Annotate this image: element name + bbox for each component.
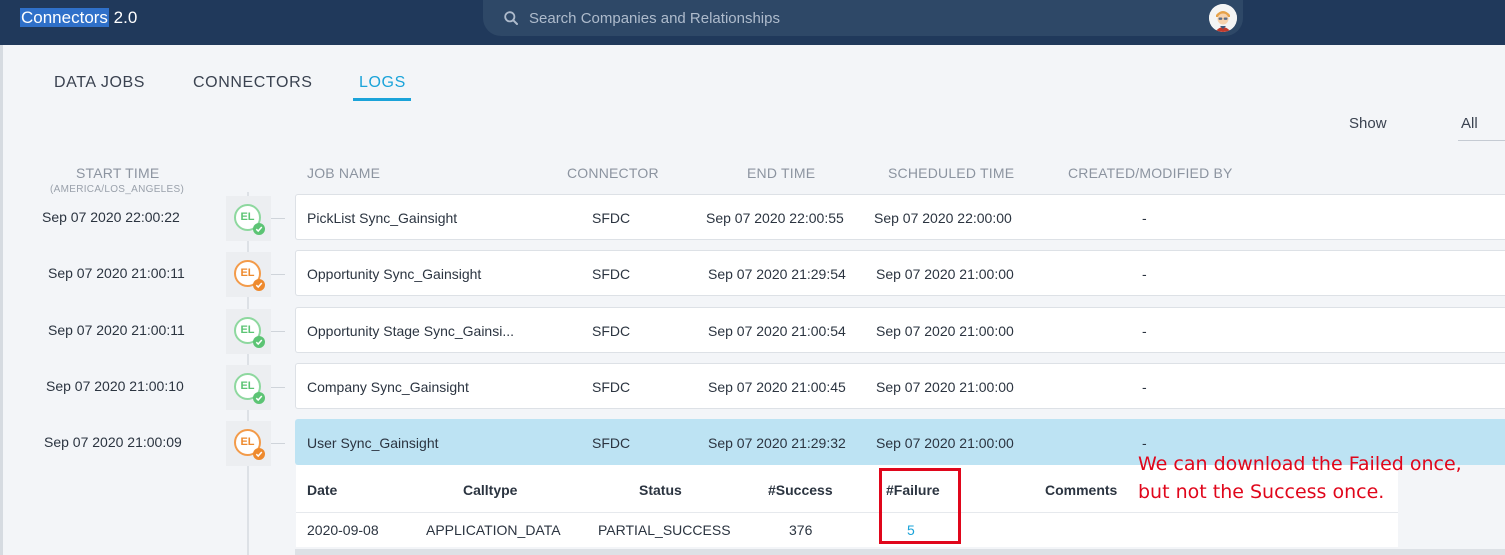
job-type-badge: EL xyxy=(226,421,271,466)
job-name-cell: User Sync_Gainsight xyxy=(307,435,439,451)
table-row[interactable]: PickList Sync_Gainsight SFDC Sep 07 2020… xyxy=(295,194,1505,240)
job-type-badge: EL xyxy=(226,309,271,354)
column-header-end-time[interactable]: END TIME xyxy=(747,165,815,181)
end-time-cell: Sep 07 2020 21:00:54 xyxy=(708,323,846,339)
details-header-comments: Comments xyxy=(1045,482,1118,498)
app-title-highlight: Connectors xyxy=(20,8,109,27)
end-time-cell: Sep 07 2020 21:00:45 xyxy=(708,379,846,395)
show-filter-select[interactable]: All xyxy=(1458,107,1505,141)
details-header-status: Status xyxy=(639,482,682,498)
table-row[interactable]: Company Sync_Gainsight SFDC Sep 07 2020 … xyxy=(295,363,1505,409)
top-bar: Connectors 2.0 xyxy=(0,0,1505,45)
tab-logs[interactable]: LOGS xyxy=(359,74,406,92)
column-header-timezone: (AMERICA/LOS_ANGELES) xyxy=(50,184,185,195)
row-start-time: Sep 07 2020 21:00:11 xyxy=(48,265,185,281)
job-name-cell: Company Sync_Gainsight xyxy=(307,379,469,395)
details-header-calltype: Calltype xyxy=(463,482,518,498)
details-status-cell: PARTIAL_SUCCESS xyxy=(598,522,731,538)
table-row[interactable]: Opportunity Stage Sync_Gainsi... SFDC Se… xyxy=(295,307,1505,353)
details-divider xyxy=(296,512,1398,513)
check-icon xyxy=(253,336,265,348)
show-filter-label: Show xyxy=(1349,115,1387,132)
created-by-cell: - xyxy=(1142,266,1147,282)
column-header-start-time[interactable]: START TIME xyxy=(76,165,159,181)
search-input[interactable] xyxy=(529,8,1179,28)
job-name-cell: Opportunity Stage Sync_Gainsi... xyxy=(307,323,514,339)
app-title-version: 2.0 xyxy=(108,8,138,27)
created-by-cell: - xyxy=(1142,210,1147,226)
created-by-cell: - xyxy=(1142,435,1147,451)
row-start-time: Sep 07 2020 21:00:10 xyxy=(46,378,184,394)
check-icon xyxy=(253,279,265,291)
avatar-icon xyxy=(1209,4,1237,32)
end-time-cell: Sep 07 2020 22:00:55 xyxy=(706,210,844,226)
details-success-count: 376 xyxy=(789,522,813,538)
connector-cell: SFDC xyxy=(592,323,631,339)
row-start-time: Sep 07 2020 22:00:22 xyxy=(42,209,180,225)
scheduled-time-cell: Sep 07 2020 21:00:00 xyxy=(876,435,1014,451)
scheduled-time-cell: Sep 07 2020 22:00:00 xyxy=(874,210,1012,226)
timeline-connector xyxy=(271,331,285,332)
annotation-line: We can download the Failed once, xyxy=(1138,453,1462,475)
connector-cell: SFDC xyxy=(592,210,631,226)
scheduled-time-cell: Sep 07 2020 21:00:00 xyxy=(876,379,1014,395)
job-type-badge: EL xyxy=(226,196,271,241)
details-header-date: Date xyxy=(307,482,338,498)
job-type-badge: EL xyxy=(226,365,271,410)
tab-data-jobs[interactable]: DATA JOBS xyxy=(54,74,145,92)
global-search[interactable] xyxy=(483,0,1243,36)
timeline-connector xyxy=(271,387,285,388)
scheduled-time-cell: Sep 07 2020 21:00:00 xyxy=(876,323,1014,339)
created-by-cell: - xyxy=(1142,379,1147,395)
created-by-cell: - xyxy=(1142,323,1147,339)
next-row-edge xyxy=(295,549,1505,555)
job-type-badge: EL xyxy=(226,252,271,297)
search-icon xyxy=(504,11,518,25)
annotation-note: We can download the Failed once, but not… xyxy=(1138,450,1498,506)
details-header-success: #Success xyxy=(768,482,833,498)
job-name-cell: Opportunity Sync_Gainsight xyxy=(307,266,482,282)
column-header-created-by[interactable]: CREATED/MODIFIED BY xyxy=(1068,165,1233,181)
column-header-scheduled-time[interactable]: SCHEDULED TIME xyxy=(888,165,1014,181)
connector-cell: SFDC xyxy=(592,266,631,282)
connector-cell: SFDC xyxy=(592,435,631,451)
end-time-cell: Sep 07 2020 21:29:32 xyxy=(708,435,846,451)
connector-cell: SFDC xyxy=(592,379,631,395)
user-avatar[interactable] xyxy=(1209,4,1237,32)
details-calltype-cell: APPLICATION_DATA xyxy=(426,522,561,538)
timeline-connector xyxy=(271,274,285,275)
annotation-highlight-box xyxy=(879,468,961,544)
job-name-cell: PickList Sync_Gainsight xyxy=(307,210,458,226)
table-row[interactable]: Opportunity Sync_Gainsight SFDC Sep 07 2… xyxy=(295,250,1505,296)
scheduled-time-cell: Sep 07 2020 21:00:00 xyxy=(876,266,1014,282)
timeline-connector xyxy=(271,218,285,219)
check-icon xyxy=(253,392,265,404)
check-icon xyxy=(253,448,265,460)
row-start-time: Sep 07 2020 21:00:09 xyxy=(44,434,182,450)
row-start-time: Sep 07 2020 21:00:11 xyxy=(48,322,185,338)
details-date-cell: 2020-09-08 xyxy=(307,522,379,538)
active-tab-indicator xyxy=(353,98,411,101)
column-header-connector[interactable]: CONNECTOR xyxy=(567,165,659,181)
column-header-job-name[interactable]: JOB NAME xyxy=(307,165,380,181)
annotation-line: but not the Success once. xyxy=(1138,481,1385,503)
tab-connectors[interactable]: CONNECTORS xyxy=(193,74,313,92)
end-time-cell: Sep 07 2020 21:29:54 xyxy=(708,266,846,282)
page-left-edge xyxy=(0,45,3,555)
app-title[interactable]: Connectors 2.0 xyxy=(20,8,137,28)
check-icon xyxy=(253,223,265,235)
timeline-connector xyxy=(271,443,285,444)
